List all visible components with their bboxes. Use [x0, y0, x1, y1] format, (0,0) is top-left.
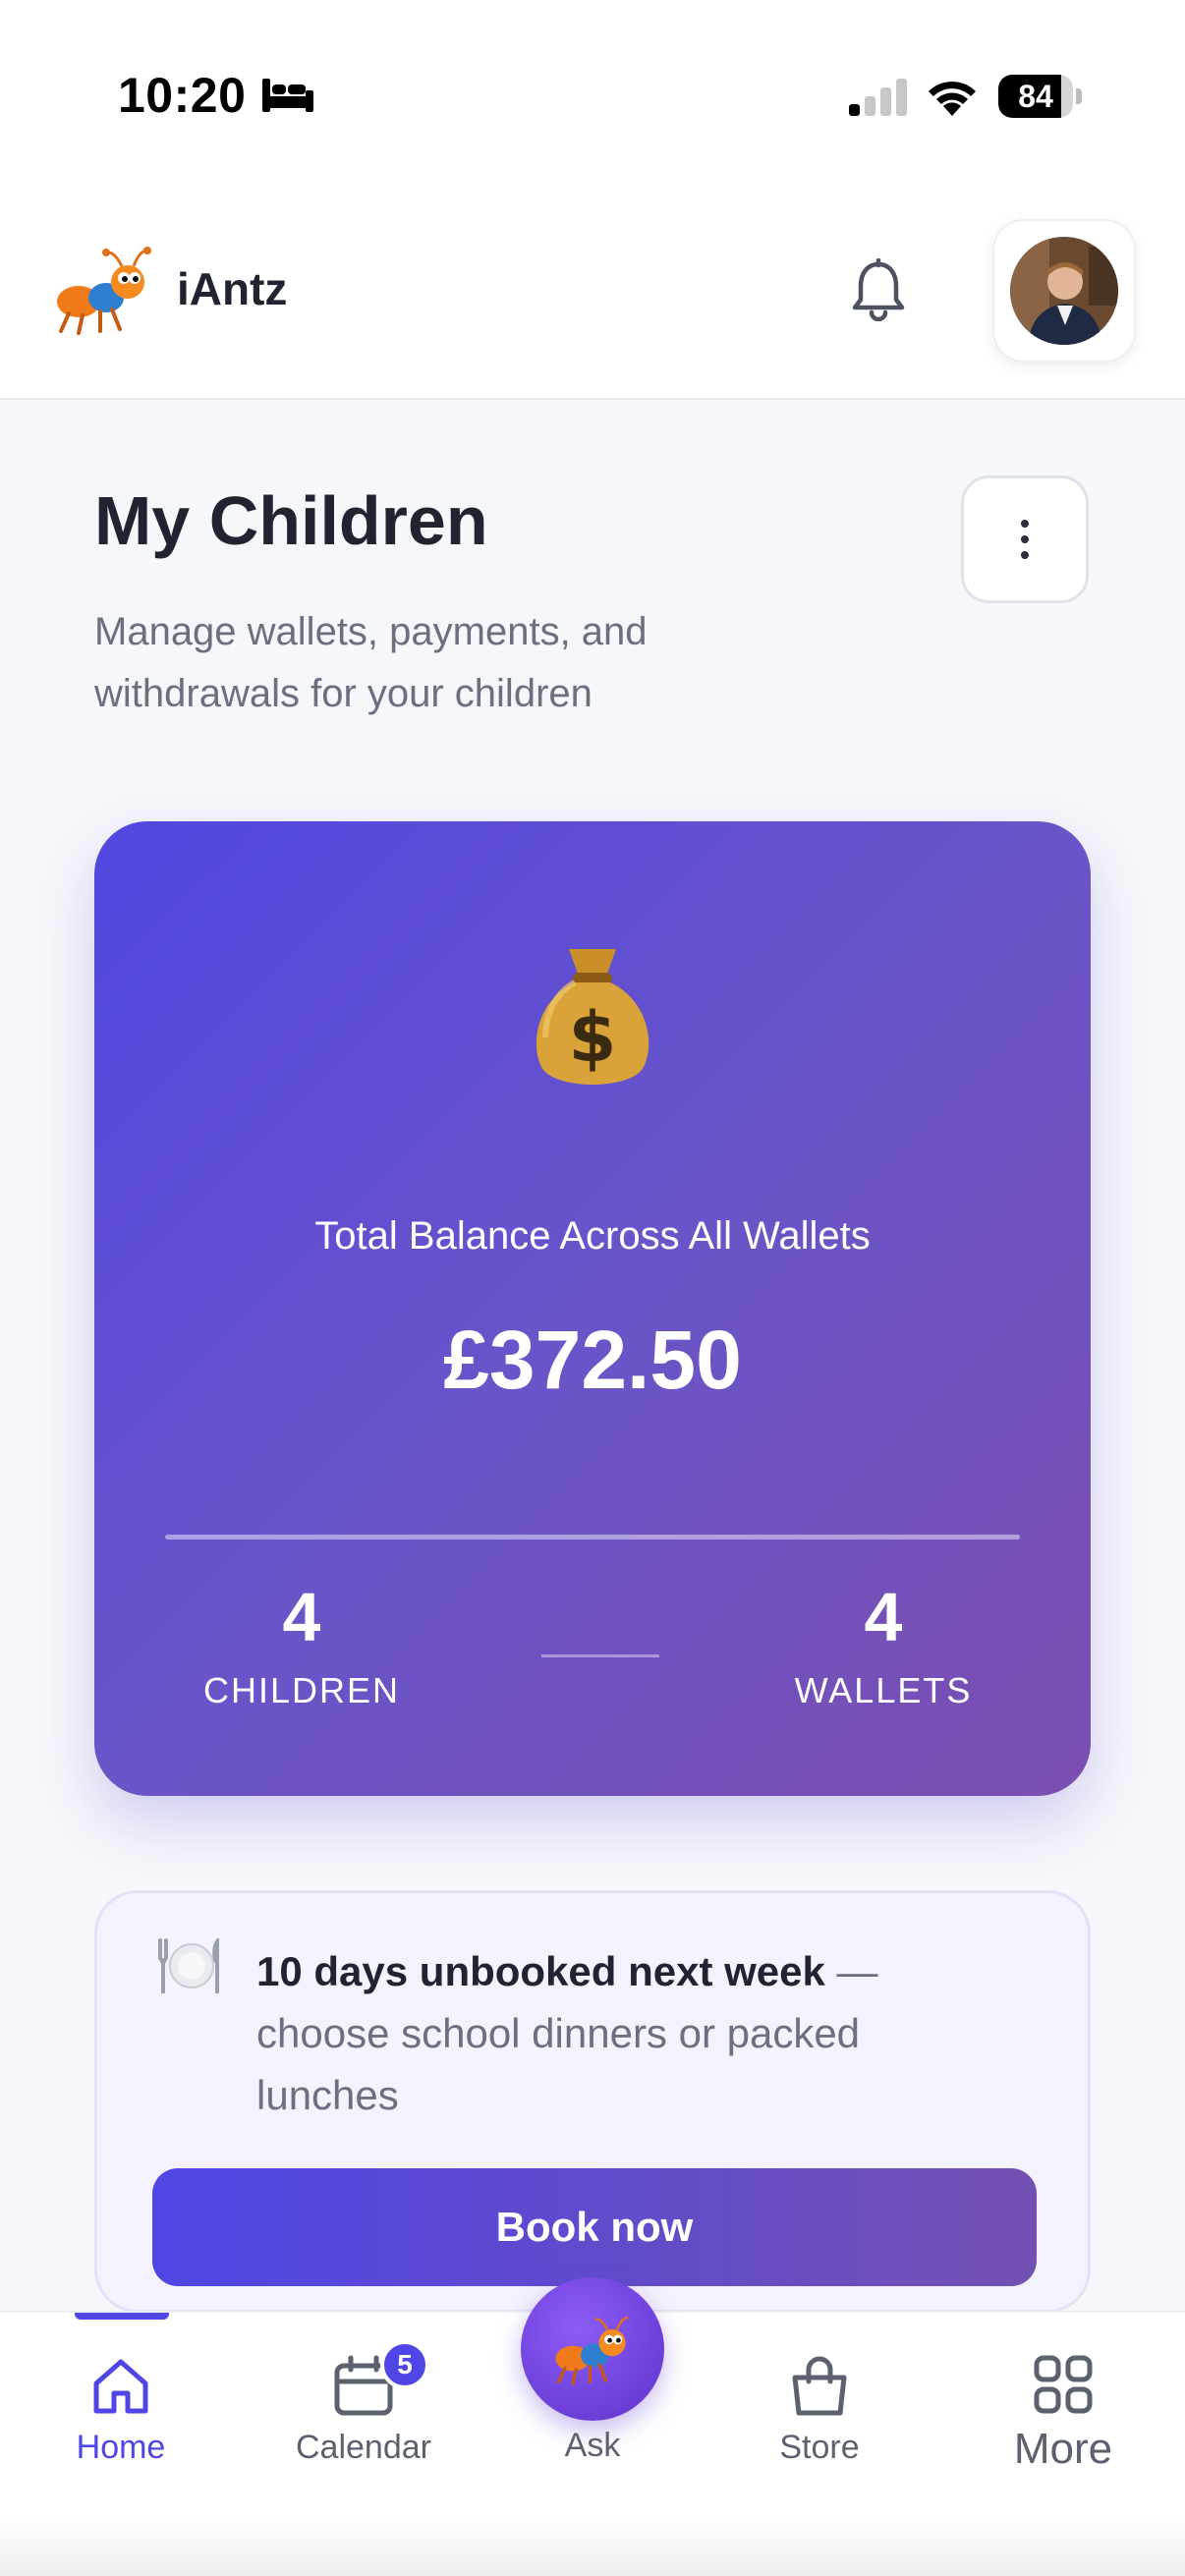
nav-calendar[interactable]: 5 Calendar [275, 2340, 452, 2467]
plate-cutlery-icon [158, 1938, 219, 1993]
notice-body: choose school dinners or packed lunches [256, 2010, 861, 2118]
profile-button[interactable] [992, 219, 1136, 363]
notice-headline: 10 days unbooked next week [256, 1948, 825, 1994]
nav-calendar-label: Calendar [296, 2429, 431, 2466]
options-menu-button[interactable] [961, 476, 1089, 603]
bed-icon [262, 79, 313, 112]
page-subtitle: Manage wallets, payments, and withdrawal… [94, 610, 648, 715]
home-icon [93, 2359, 148, 2414]
grid-icon [1034, 2355, 1093, 2414]
app-name: iAntz [177, 263, 288, 314]
nav-store[interactable]: Store [731, 2352, 908, 2467]
book-now-button[interactable]: Book now [152, 2168, 1037, 2286]
page-title: My Children [94, 482, 488, 559]
shopping-bag-icon [792, 2356, 847, 2416]
vertical-dots-icon [1021, 520, 1029, 559]
nav-home[interactable]: Home [32, 2352, 209, 2467]
status-time: 10:20 [118, 68, 247, 123]
nav-ask-label: Ask [564, 2427, 621, 2464]
bell-icon [852, 258, 905, 321]
wallets-count: 4 [864, 1579, 903, 1655]
status-bar: 10:20 84 [0, 0, 1185, 192]
app-header: iAntz [0, 192, 1185, 400]
nav-store-label: Store [779, 2429, 860, 2466]
home-indicator-area [0, 2515, 1185, 2576]
notifications-button[interactable] [839, 251, 918, 329]
wifi-icon [929, 82, 976, 116]
unbooked-notice-card: 10 days unbooked next week — choose scho… [94, 1890, 1091, 2313]
balance-label: Total Balance Across All Wallets [314, 1214, 871, 1258]
user-avatar [1010, 237, 1118, 345]
ask-button[interactable] [521, 2277, 664, 2421]
money-bag-icon: $ [536, 949, 649, 1085]
card-divider [165, 1535, 1020, 1540]
nav-home-label: Home [76, 2429, 166, 2466]
children-label: CHILDREN [202, 1670, 401, 1710]
calendar-badge: 5 [380, 2340, 429, 2389]
svg-text:$: $ [569, 997, 617, 1078]
balance-card: $ Total Balance Across All Wallets £372.… [94, 821, 1091, 1796]
nav-more-label: More [1013, 2425, 1113, 2473]
notice-dash: — [824, 1948, 878, 1994]
wallets-label: WALLETS [794, 1670, 973, 1710]
nav-more[interactable]: More [975, 2352, 1152, 2474]
balance-value: £372.50 [443, 1314, 742, 1406]
ant-mascot-icon [57, 247, 151, 335]
active-tab-indicator [75, 2313, 169, 2320]
wallets-stat: 4 WALLETS [726, 1578, 1041, 1711]
ant-mascot-icon [555, 2316, 629, 2385]
children-count: 4 [282, 1579, 321, 1655]
cellular-signal-icon [849, 79, 907, 116]
stat-separator [541, 1654, 659, 1657]
battery-level: 84 [1018, 79, 1053, 114]
notice-text: 10 days unbooked next week — choose scho… [256, 1940, 1003, 2126]
battery-icon: 84 [998, 75, 1082, 118]
children-stat: 4 CHILDREN [144, 1578, 459, 1711]
